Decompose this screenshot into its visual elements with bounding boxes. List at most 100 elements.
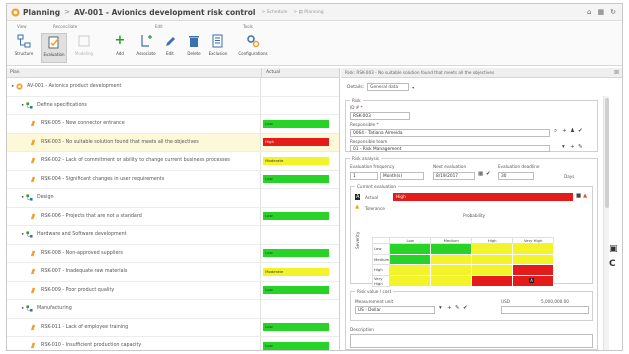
check-icon[interactable]: ✔ [578,128,583,134]
configurations-button[interactable]: Configurations [235,33,271,63]
measure-select[interactable]: US - Dollar [355,306,435,314]
table-row[interactable]: RSK-003 - No suitable solution found tha… [7,133,339,152]
close-icon[interactable]: ⊠ [614,69,619,76]
table-row[interactable]: ▸ Design [7,189,339,208]
matrix-cell[interactable] [471,264,514,276]
matrix-cell[interactable] [389,274,432,287]
modeling-button[interactable]: Modeling [71,33,97,63]
matrix-cell[interactable] [471,274,514,287]
column-actual[interactable]: Actual [261,68,339,77]
cost-value: 5,000,000.00 [541,299,569,304]
matrix-cell[interactable] [512,264,555,276]
table-row[interactable]: RSK-010 - Insufficient production capaci… [7,337,339,350]
values-legend: Risk value / cost [355,289,394,294]
breadcrumb-planning[interactable]: > ▤ Planning [293,10,323,15]
user-icon[interactable]: ♟ [570,128,575,134]
table-row[interactable]: RSK-008 - Non-approved suppliers Low [7,244,339,263]
current-legend: Current evaluation [355,184,399,189]
actual-cell: Low [260,318,339,336]
edit-icon[interactable]: ✎ [578,144,583,150]
panel-scrollbar[interactable] [603,96,609,350]
matrix-axis-label: Severity [355,231,360,249]
calendar-icon[interactable]: ▦ [478,171,483,177]
responsible-label: Responsible * [350,122,379,127]
deadline-field[interactable]: 30 [498,172,534,180]
plan-cell: ▸ Design [7,189,260,207]
frequency-unit-select[interactable]: Month(s) [380,172,424,180]
column-plan[interactable]: Plan [7,70,261,75]
table-row[interactable]: RSK-009 - Poor product quality Low [7,281,339,300]
team-label: Responsible team [350,139,388,144]
table-row[interactable]: RSK-011 - Lack of employee training Low [7,318,339,337]
frequency-field[interactable]: 1 [350,172,378,180]
edit-button[interactable]: Edit [157,33,183,63]
matrix-cell[interactable] [471,253,514,265]
breadcrumb-schedule[interactable]: > Schedule [261,10,287,15]
matrix-cell[interactable] [430,243,473,255]
search-icon[interactable]: ⌕ [554,128,557,135]
chevron-down-icon[interactable]: ▾ [412,85,414,90]
table-row[interactable]: RSK-005 - New connector entrance Low [7,115,339,134]
actual-cell [260,189,339,207]
risk-icon [30,287,36,293]
add-team-icon[interactable]: + [570,144,575,150]
add-icon[interactable]: + [447,305,452,311]
matrix-cell[interactable]: A [512,274,555,287]
matrix-cell[interactable] [389,253,432,265]
status-badge: Low [263,119,330,128]
home-icon[interactable]: ⌂ [587,8,591,16]
associate-button[interactable]: Associate [133,33,159,63]
description-field[interactable] [350,334,593,348]
matrix-cell[interactable] [471,243,514,255]
grid-icon[interactable]: ▦ [598,8,605,16]
save-icon[interactable]: ▣ [609,244,618,254]
dropdown-icon[interactable]: ▾ [439,305,442,311]
edit-icon[interactable]: ✎ [455,305,460,311]
actual-cell: Low [260,207,339,225]
delete-button[interactable]: Delete [181,33,207,63]
next-evaluation-field[interactable]: 8/19/2017 [433,172,475,180]
evaluation-button[interactable]: Evaluation [41,33,67,63]
responsible-field[interactable]: 0064 - Tatiana Almeida [350,129,550,137]
tag-icon[interactable]: ■ [576,193,581,199]
dropdown-icon[interactable]: ▾ [562,144,565,150]
table-row[interactable]: RSK-004 - Significant changes in user re… [7,170,339,189]
table-row[interactable]: ▸ Define specifications [7,96,339,115]
structure-button[interactable]: Structure [11,33,37,63]
matrix-cell[interactable] [389,243,432,255]
refresh-icon[interactable]: ↻ [610,8,616,16]
matrix-cell[interactable] [430,264,473,276]
scrollbar-thumb[interactable] [605,98,609,208]
actual-cell: Low [260,337,339,350]
cost-field[interactable] [501,306,589,314]
table-row[interactable]: RSK-002 - Lack of commitment or ability … [7,152,339,171]
matrix-cell[interactable] [512,253,555,265]
plan-cell: ▸ AV-001 - Avionics product development [7,78,260,96]
panel-header: Risk: RSK-003 - No suitable solution fou… [341,68,622,78]
tolerance-label: Tolerance [365,206,385,211]
add-icon: + [114,33,126,48]
matrix-cell[interactable] [430,274,473,287]
row-text: RSK-007 - Inadequate raw materials [41,269,128,275]
team-field[interactable]: 01 - Risk Management [350,145,550,152]
matrix-cell[interactable] [430,253,473,265]
add-icon[interactable]: + [562,128,567,134]
matrix-row-header: Medium [371,253,391,265]
table-row[interactable]: RSK-006 - Projects that are not a standa… [7,207,339,226]
actual-cell [260,78,339,96]
table-row[interactable]: RSK-007 - Inadequate raw materials Modera… [7,263,339,282]
table-row[interactable]: ▸ Hardware and Software development [7,226,339,245]
reload-icon[interactable]: C [609,259,616,269]
check-icon[interactable]: ✔ [463,305,468,311]
edit-icon [162,33,178,49]
check-icon[interactable]: ✔ [486,171,491,177]
actual-label: Actual [365,195,379,200]
details-select[interactable]: General data [367,83,410,91]
table-row[interactable]: ▸ Manufacturing [7,300,339,319]
add-button[interactable]: + Add [107,33,133,63]
exclusion-button[interactable]: Exclusion [205,33,231,63]
matrix-cell[interactable] [512,243,555,255]
id-field[interactable]: RSK-003 [350,112,410,120]
table-row[interactable]: ▸ AV-001 - Avionics product development [7,78,339,97]
matrix-cell[interactable] [389,264,432,276]
